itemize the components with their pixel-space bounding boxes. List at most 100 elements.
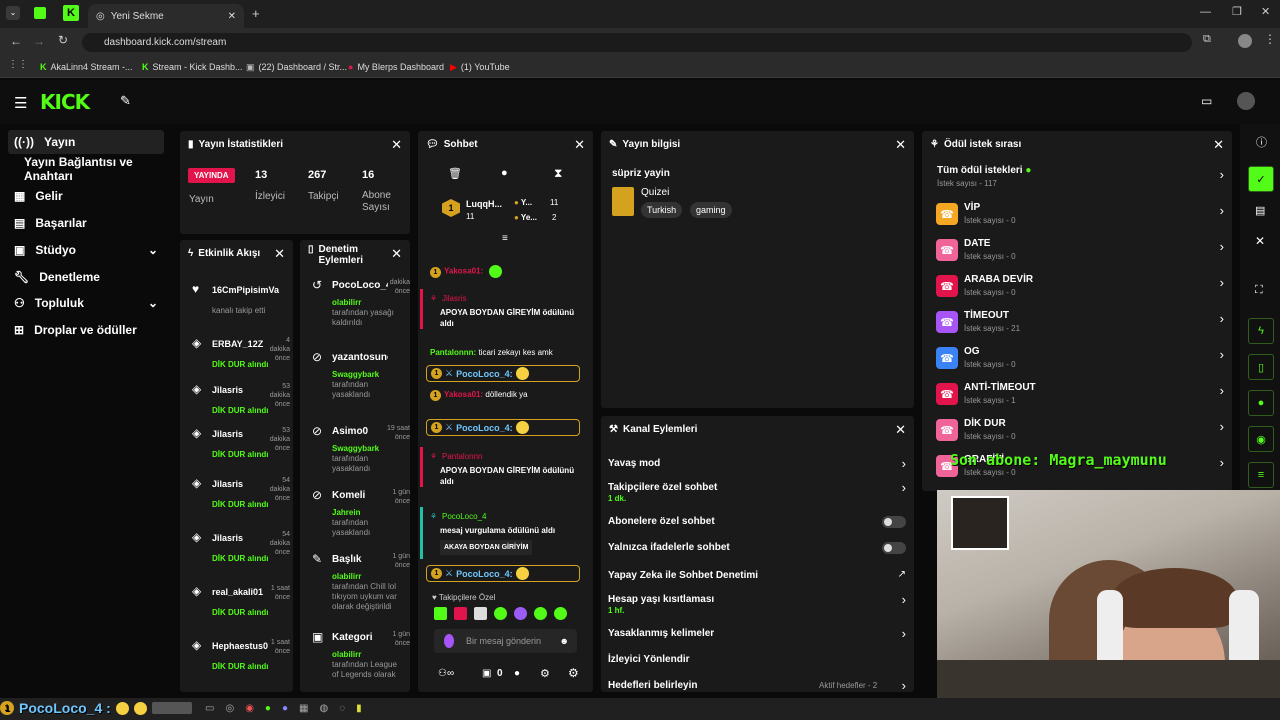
hamburger-icon[interactable]: ☰ [14,94,27,112]
bookmark-item[interactable]: ▣ (22) Dashboard / Str... [246,58,347,76]
moderation-item[interactable]: ▣ Kategori olabilirr tarafından League of L… [308,630,410,692]
chat-bubble-icon[interactable]: ● [1248,390,1274,416]
nav-gelir[interactable]: ▦ Gelir [10,184,164,208]
folder-icon[interactable]: ▭ [205,703,214,714]
highlighted-message[interactable]: 1 ⚔ PocoLoco_4: [426,419,580,436]
kick-tab-icon[interactable]: K [63,5,79,21]
chat-bubble-icon[interactable]: ● [501,167,508,179]
reward-row[interactable]: ☎ ANTİ-TİMEOUT İstek sayısı - 1 › [922,381,1232,413]
filter-icon[interactable]: ≡ [502,233,508,244]
reward-row[interactable]: ☎ OG İstek sayısı - 0 › [922,345,1232,377]
settings-gear-icon[interactable]: ⚙ [568,666,579,680]
chat-input[interactable]: Bir mesaj gönderin ☻ [434,629,577,653]
fullscreen-icon[interactable]: ⛶ [1255,284,1263,297]
app-icon[interactable]: ◌ [339,703,345,714]
activity-item[interactable]: ◈ Jilasris DİK DUR alındı 53 dakika önce [188,426,293,470]
layout-icon[interactable]: ▤ [1255,204,1265,217]
close-icon[interactable]: ✕ [574,137,585,153]
chat-bubble-icon[interactable]: ● [514,668,520,679]
close-icon[interactable]: ✕ [895,422,906,438]
activity-item[interactable]: ◈ ERBAY_12Z DİK DUR alındı 4 dakika önce [188,336,293,380]
reward-row[interactable]: ☎ ARABA DEVİR İstek sayısı - 0 › [922,273,1232,305]
activity-item[interactable]: ◈ Hephaestus0 DİK DUR alındı 1 saat önce [188,638,293,682]
bookmark-item[interactable]: K AkaLinn4 Stream -... [40,58,133,76]
back-icon[interactable]: ← [10,34,22,48]
activity-item[interactable]: ◈ Jilasris DİK DUR alındı 54 dakika önce [188,476,293,520]
reward-message[interactable]: ⚘ Jilasris APOYA BOYDAN GİREYİM ödülünü al… [430,293,580,329]
bookmark-item[interactable]: ▶ (1) YouTube [450,58,510,76]
emoji-icon[interactable]: ☻ [560,636,569,646]
nav-droplar[interactable]: ⊞ Droplar ve ödüller [10,318,164,342]
emote-icon[interactable] [514,607,527,620]
discord-icon[interactable]: ● [282,703,288,714]
bookmark-item[interactable]: K Stream - Kick Dashb... [142,58,243,76]
channel-action-row[interactable]: Yasaklanmış kelimeler › [601,626,914,650]
reload-icon[interactable]: ↻ [58,33,68,47]
channel-action-row[interactable]: Takipçilere özel sohbet 1 dk. › [601,480,914,504]
highlighted-message[interactable]: 1 ⚔ PocoLoco_4: [426,565,580,582]
close-icon[interactable]: ✕ [1213,137,1224,153]
reward-message[interactable]: ⚘ PocoLoco_4 mesaj vurgulama ödülünü aldı A… [430,511,580,555]
tab-list-icon[interactable]: ⌄ [6,6,20,20]
cast-icon[interactable]: ▭ [1201,94,1212,108]
activity-item[interactable]: ◈ real_akali01 DİK DUR alındı 1 saat önce [188,584,293,628]
close-icon[interactable]: ✕ [391,137,402,153]
close-icon[interactable]: ✕ [391,246,402,262]
forward-icon[interactable]: → [33,34,45,48]
channel-action-row[interactable]: Hesap yaşı kısıtlaması 1 hf. › [601,592,914,616]
emote-icon[interactable] [554,607,567,620]
channel-action-row[interactable]: İzleyici Yönlendir [601,652,914,676]
highlighted-message[interactable]: 1 ⚔ PocoLoco_4: [426,365,580,382]
moderation-item[interactable]: ⊘ yazantosunoku Swaggybarktarafından yasak… [308,350,410,416]
channel-action-row[interactable]: Yalnızca ifadelerle sohbet [601,540,914,564]
reward-message[interactable]: ⚘ Pantalonnn APOYA BOYDAN GİREYİM ödülünü … [430,451,580,487]
emote-icon[interactable] [474,607,487,620]
queue-icon[interactable]: ≡ [1248,462,1274,488]
moderation-item[interactable]: ⊘ Asimo0 Swaggybark tarafından yasaklandı 19… [308,424,410,490]
app-icon[interactable]: ◍ [319,703,328,714]
menu-dots-icon[interactable]: ⋮ [1264,32,1276,46]
extensions-icon[interactable]: ⧉ [1203,33,1211,46]
close-icon[interactable]: ✕ [1255,234,1265,248]
moderation-item[interactable]: ✎ Başlık olabilirr tarafından Chill lol tık… [308,552,410,618]
emote-icon[interactable] [434,607,447,620]
channel-action-row[interactable]: Yavaş mod › [601,456,914,480]
reward-row[interactable]: ☎ TİMEOUT İstek sayısı - 21 › [922,309,1232,341]
spotify-icon[interactable]: ● [265,703,271,714]
nav-basarilar[interactable]: ▤ Başarılar [10,211,164,235]
check-icon[interactable]: ✓ [1248,166,1274,192]
hourglass-icon[interactable]: ⧗ [554,166,562,181]
close-icon[interactable]: ✕ [274,246,285,262]
kick-logo[interactable]: KICK [40,90,90,114]
url-field[interactable]: dashboard.kick.com/stream [82,33,1192,52]
tab-new[interactable]: ◎ Yeni Sekme ✕ [88,4,244,28]
toggle-switch[interactable] [882,516,906,528]
document-icon[interactable]: ▯ [1248,354,1274,380]
app-icon[interactable]: ▮ [356,703,362,714]
user-avatar[interactable] [1237,92,1255,110]
nav-topluluk[interactable]: ⚇ Topluluk ⌄ [10,291,164,315]
broadcast-icon[interactable]: ◉ [1248,426,1274,452]
gift-icon[interactable]: ▣ [482,668,491,679]
nav-yayin[interactable]: ((·)) Yayın [10,130,164,154]
nav-studyo[interactable]: ▣ Stüdyo ⌄ [10,238,164,262]
users-icon[interactable]: ⚇∞ [438,668,454,679]
info-icon[interactable]: ⓘ [1256,134,1267,150]
pin-icon[interactable]: ✎ [120,93,131,109]
emote-icon[interactable] [534,607,547,620]
gear-icon[interactable]: ⚙ [540,667,550,680]
reward-row[interactable]: ☎ DİK DUR İstek sayısı - 0 › [922,417,1232,449]
apps-grid-icon[interactable]: ⋮⋮ [8,59,28,70]
maximize-icon[interactable]: ❐ [1232,5,1242,18]
minimize-icon[interactable]: — [1200,6,1211,18]
app-icon[interactable]: ▦ [299,703,308,714]
profile-avatar[interactable] [1238,34,1252,48]
moderation-item[interactable]: ⊘ Komeli Jahrein tarafından yasaklandı 1 gün… [308,488,410,554]
reward-row[interactable]: ☎ DATE İstek sayısı - 0 › [922,237,1232,269]
bolt-icon[interactable]: ϟ [1248,318,1274,344]
chat-message[interactable]: 1 Yakosa01: [430,265,580,278]
nav-denetleme[interactable]: 🔧︎ Denetleme [10,265,164,289]
close-icon[interactable]: ✕ [895,137,906,153]
nav-stream-key[interactable]: Yayın Bağlantısı ve Anahtarı [10,155,164,183]
activity-item[interactable]: ◈ Jilasris DİK DUR alındı 54 dakika önce [188,530,293,574]
